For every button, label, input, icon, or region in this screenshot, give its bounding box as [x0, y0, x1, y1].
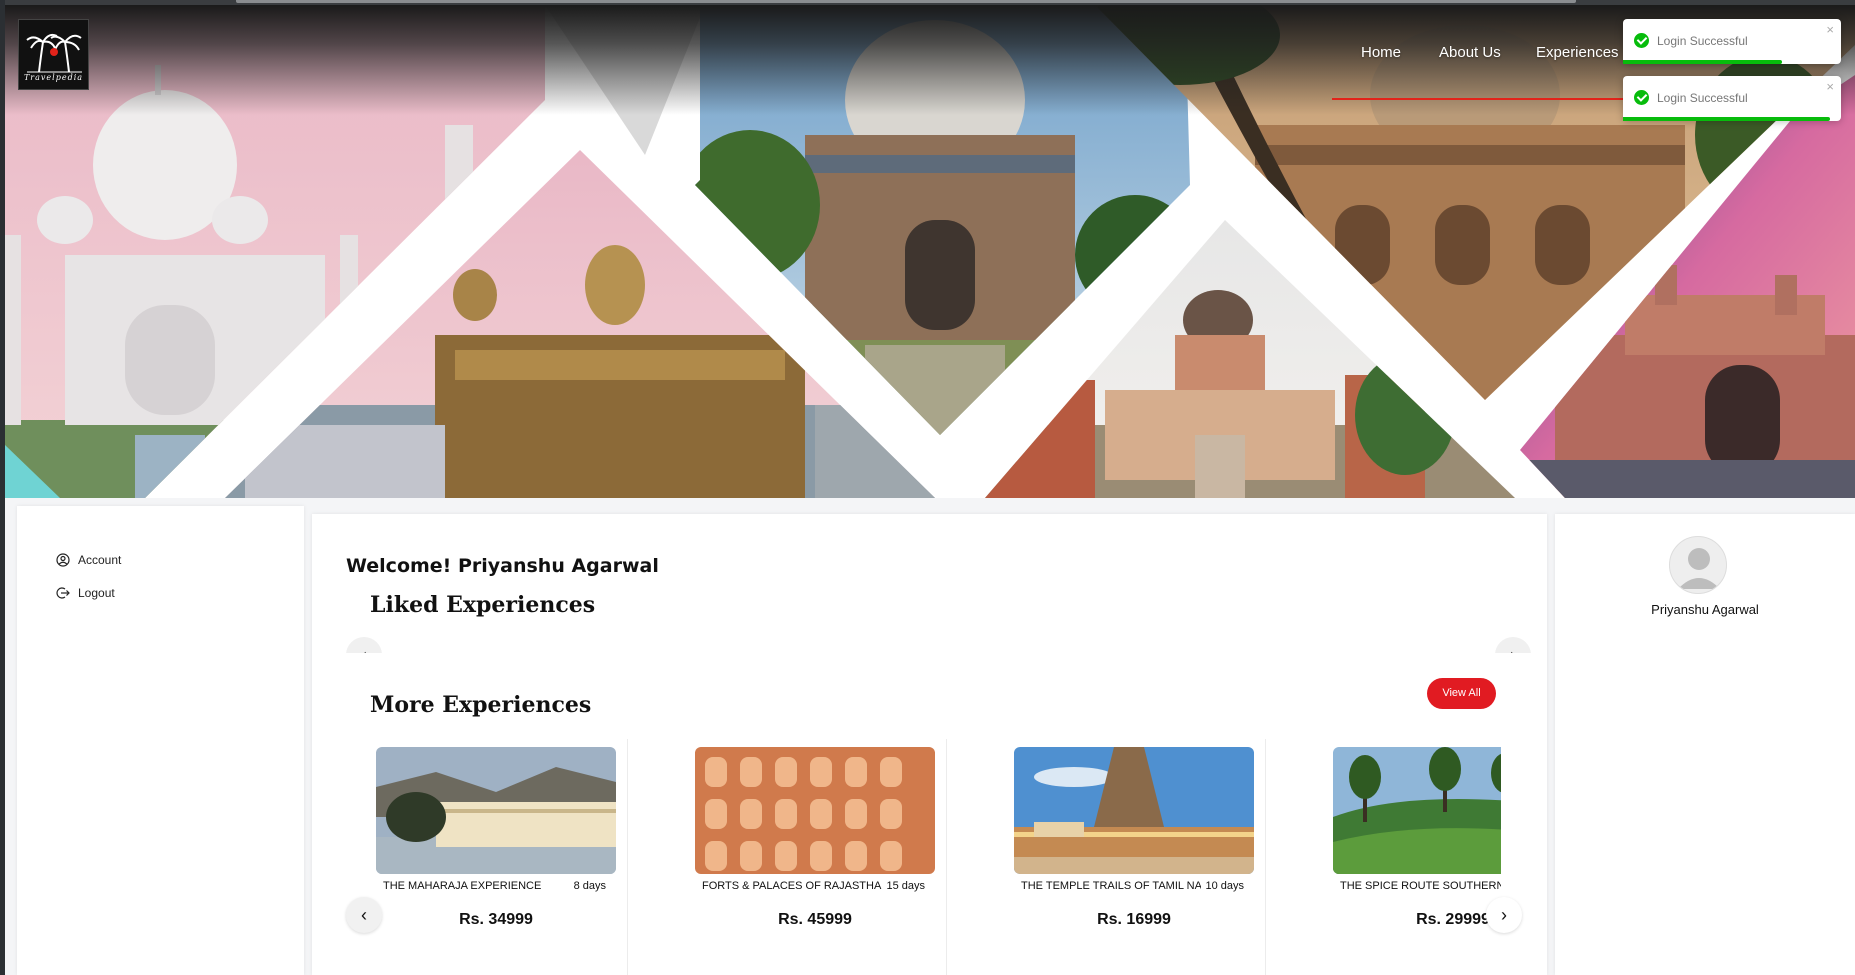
avatar[interactable] [1669, 536, 1727, 594]
sidebar-item-label: Account [78, 553, 122, 567]
experience-image-lake-palace [376, 747, 616, 874]
check-circle-icon [1634, 90, 1649, 105]
experience-price: Rs. 34999 [459, 911, 533, 928]
experience-price: Rs. 29999 [1416, 911, 1490, 928]
toast-progress-bar [1623, 117, 1831, 121]
experience-name: FORTS & PALACES OF RAJASTHAN [702, 880, 890, 892]
window-edge [0, 0, 5, 975]
experience-card[interactable]: FORTS & PALACES OF RAJASTHAN 15 days Rs.… [684, 739, 947, 975]
experience-name: THE TEMPLE TRAILS OF TAMIL NADU [1021, 880, 1218, 892]
carousel-prev-button[interactable]: ‹ [346, 897, 382, 933]
experience-image-hawa-mahal [695, 747, 935, 874]
sidebar-item-logout[interactable]: Logout [56, 586, 115, 600]
sidebar-item-account[interactable]: Account [56, 553, 121, 567]
nav-about-us[interactable]: About Us [1439, 44, 1501, 61]
experience-image-tea-hills [1333, 747, 1501, 874]
nav-home[interactable]: Home [1361, 44, 1401, 61]
toast-progress-bar [1623, 60, 1783, 64]
toast-message: Login Successful [1657, 34, 1748, 48]
experience-image-temple-gopuram [1014, 747, 1254, 874]
experiences-carousel: THE MAHARAJA EXPERIENCE 8 days Rs. 34999 [365, 739, 1501, 975]
welcome-heading: Welcome! Priyanshu Agarwal [346, 555, 659, 577]
main-panel: Welcome! Priyanshu Agarwal Liked Experie… [312, 514, 1547, 975]
experience-price: Rs. 16999 [1097, 911, 1171, 928]
hero-banner [5, 5, 1855, 498]
close-icon[interactable]: × [1826, 22, 1834, 37]
toast-notification[interactable]: Login Successful × [1623, 19, 1841, 64]
experience-card[interactable]: THE MAHARAJA EXPERIENCE 8 days Rs. 34999 [365, 739, 628, 975]
profile-name: Priyanshu Agarwal [1651, 602, 1759, 617]
account-circle-icon [56, 553, 70, 567]
dashboard-content: Account Logout Welcome! Priyanshu Agarwa… [5, 498, 1855, 975]
carousel-next-button[interactable]: › [1486, 897, 1522, 933]
experience-card[interactable]: THE SPICE ROUTE SOUTHERN INDIA Rs. 29999 [1322, 739, 1501, 975]
experience-duration: 15 days [882, 880, 925, 892]
liked-experiences-title: Liked Experiences [370, 592, 596, 618]
view-all-button[interactable]: View All [1427, 678, 1496, 709]
sidebar: Account Logout [17, 506, 304, 975]
brand-logo[interactable]: Travelpedia [18, 19, 89, 90]
profile-panel: Priyanshu Agarwal [1555, 514, 1855, 975]
experience-card[interactable]: THE TEMPLE TRAILS OF TAMIL NADU 10 days … [1003, 739, 1266, 975]
chevron-right-icon: › [1495, 645, 1531, 653]
chevron-left-icon: ‹ [346, 645, 382, 653]
logo-wordmark: Travelpedia [23, 73, 84, 82]
experience-duration: 10 days [1201, 880, 1244, 892]
logout-icon [56, 587, 70, 599]
toast-message: Login Successful [1657, 91, 1748, 105]
more-experiences-title: More Experiences [370, 692, 592, 718]
chevron-left-icon: ‹ [361, 904, 367, 925]
experience-name: THE MAHARAJA EXPERIENCE [383, 880, 542, 892]
hero-collage [5, 5, 1855, 498]
experience-price: Rs. 45999 [778, 911, 852, 928]
close-icon[interactable]: × [1826, 79, 1834, 94]
sidebar-item-label: Logout [78, 586, 115, 600]
experience-name: THE SPICE ROUTE SOUTHERN INDIA [1340, 880, 1501, 892]
nav-active-underline [1332, 98, 1672, 100]
chevron-right-icon: › [1501, 904, 1507, 925]
default-user-icon [1678, 548, 1720, 589]
liked-experiences-carousel: ‹ › [346, 637, 1531, 653]
check-circle-icon [1634, 33, 1649, 48]
experience-duration: 8 days [569, 880, 606, 892]
nav-experiences[interactable]: Experiences [1536, 44, 1619, 61]
toast-notification[interactable]: Login Successful × [1623, 76, 1841, 121]
carousel-prev-button[interactable]: ‹ [346, 637, 382, 653]
carousel-next-button[interactable]: › [1495, 637, 1531, 653]
